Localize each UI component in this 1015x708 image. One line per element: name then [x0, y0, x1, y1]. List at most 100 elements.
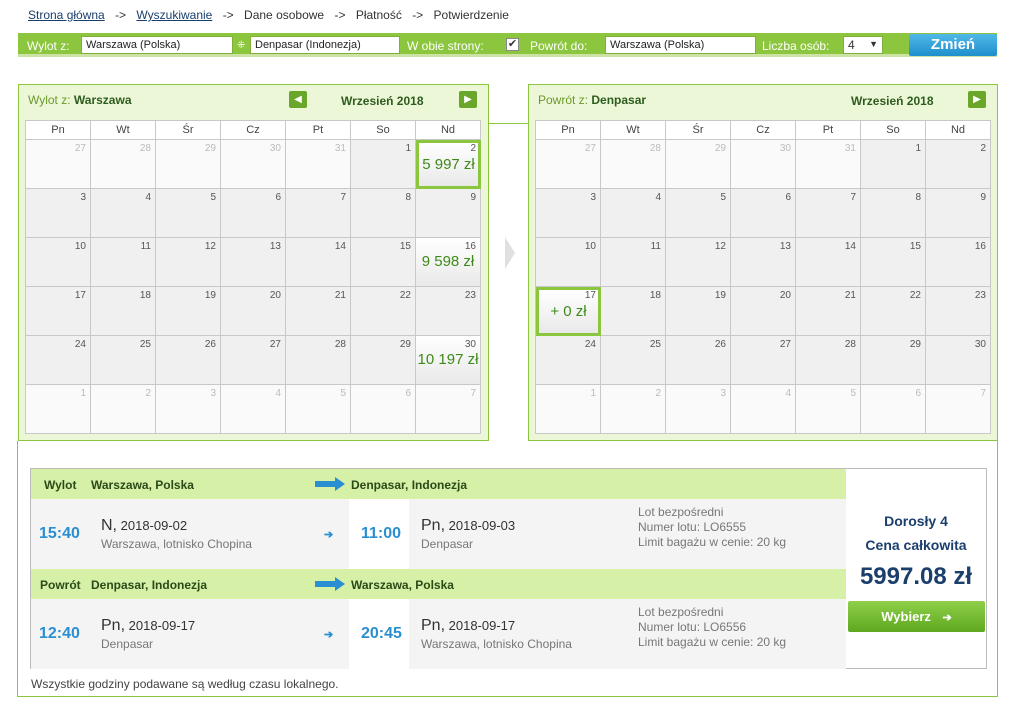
- return-calendar: Powrót z: Denpasar Wrzesień 2018 ▶ Pn Wt Ś…: [528, 84, 998, 441]
- calendar-day: 24: [26, 336, 91, 385]
- calendar-day: 17: [26, 287, 91, 336]
- day-number: 4: [785, 388, 791, 399]
- calendar-day: 6: [351, 385, 416, 434]
- day-number: 26: [204, 339, 216, 350]
- outbound-arr-place: Denpasar: [421, 537, 474, 551]
- outbound-band: Wylot Warszawa, Polska Denpasar, Indonez…: [31, 469, 846, 499]
- pax-select[interactable]: 4 ▼: [843, 36, 883, 54]
- calendar-day: 2: [926, 140, 991, 189]
- prev-month-icon[interactable]: ◀: [289, 91, 307, 108]
- return-month: Wrzesień 2018: [851, 94, 934, 108]
- day-number: 13: [779, 241, 791, 252]
- arrow-right-icon: ➔: [324, 529, 334, 541]
- day-number: 5: [720, 192, 726, 203]
- outbound-calendar: Wylot z: Warszawa ◀ Wrzesień 2018 ▶ Pn Wt…: [18, 84, 489, 441]
- weekday-label: Nd: [926, 121, 991, 140]
- total-price: 5997.08 zł: [859, 563, 973, 590]
- next-month-icon[interactable]: ▶: [968, 91, 986, 108]
- breadcrumb-search-link[interactable]: Wyszukiwanie: [136, 8, 212, 22]
- day-number: 27: [779, 339, 791, 350]
- calendar-day: 9: [416, 189, 481, 238]
- calendar-day-with-price[interactable]: 30 10 197 zł: [416, 336, 481, 385]
- calendar-day: 4: [91, 189, 156, 238]
- swap-icon[interactable]: ⁜: [237, 40, 245, 51]
- calendar-day: 29: [351, 336, 416, 385]
- calendar-day-with-price[interactable]: 17 + 0 zł: [536, 287, 601, 336]
- next-month-icon[interactable]: ▶: [459, 91, 477, 108]
- flight-summary: Wylot Warszawa, Polska Denpasar, Indonez…: [30, 468, 987, 669]
- calendar-day: 27: [731, 336, 796, 385]
- day-number: 10: [584, 241, 596, 252]
- price-box: Dorosły 4 Cena całkowita 5997.08 zł Wybi…: [846, 469, 986, 668]
- outbound-flight-info: Lot bezpośredni Numer lotu: LO6555 Limit…: [638, 505, 787, 549]
- day-number: 16: [464, 241, 476, 252]
- choose-button[interactable]: Wybierz ➔: [848, 601, 985, 632]
- return-arr-place: Warszawa, lotnisko Chopina: [421, 637, 572, 651]
- day-number: 20: [269, 290, 281, 301]
- day-number: 29: [909, 339, 921, 350]
- weekday-label: Cz: [221, 121, 286, 140]
- calendar-week: 1 2 3 4 5 6 7: [26, 385, 481, 434]
- day-number: 8: [405, 192, 411, 203]
- day-number: 17: [74, 290, 86, 301]
- day-number: 24: [584, 339, 596, 350]
- calendar-week: 3 4 5 6 7 8 9: [26, 189, 481, 238]
- day-number: 2: [470, 143, 476, 154]
- calendar-day: 28: [796, 336, 861, 385]
- outbound-to: Denpasar, Indonezja: [351, 478, 468, 492]
- weekday-label: Śr: [156, 121, 221, 140]
- calendar-day: 27: [26, 140, 91, 189]
- calendar-day: 25: [91, 336, 156, 385]
- return-arr-time: 20:45: [361, 625, 402, 642]
- weekday-label: Pn: [26, 121, 91, 140]
- calendar-day: 9: [926, 189, 991, 238]
- change-button[interactable]: Zmień: [909, 34, 997, 56]
- from-label: Wylot z:: [27, 39, 70, 53]
- day-number: 25: [649, 339, 661, 350]
- return-input[interactable]: Warszawa (Polska): [605, 36, 756, 54]
- day-number: 28: [334, 339, 346, 350]
- day-number: 5: [850, 388, 856, 399]
- return-band: Powrót Denpasar, Indonezja Warszawa, Pol…: [31, 569, 846, 599]
- calendar-day: 5: [796, 385, 861, 434]
- day-number: 6: [275, 192, 281, 203]
- from-input[interactable]: Warszawa (Polska): [81, 36, 233, 54]
- day-number: 13: [269, 241, 281, 252]
- outbound-title-prefix: Wylot z:: [28, 93, 71, 107]
- day-number: 4: [275, 388, 281, 399]
- calendar-day-with-price[interactable]: 16 9 598 zł: [416, 238, 481, 287]
- calendar-day: 7: [416, 385, 481, 434]
- calendar-day: 12: [156, 238, 221, 287]
- day-number: 26: [714, 339, 726, 350]
- breadcrumb-home-link[interactable]: Strona główna: [28, 8, 105, 22]
- day-price: + 0 zł: [550, 303, 587, 320]
- calendar-day-with-price[interactable]: 2 5 997 zł: [416, 140, 481, 189]
- day-number: 28: [139, 143, 151, 154]
- to-input[interactable]: Denpasar (Indonezja): [250, 36, 400, 54]
- day-number: 27: [584, 143, 596, 154]
- calendar-day: 22: [861, 287, 926, 336]
- calendar-day: 8: [861, 189, 926, 238]
- breadcrumb-separator: ->: [222, 8, 234, 22]
- day-number: 29: [399, 339, 411, 350]
- day-number: 11: [140, 241, 151, 252]
- calendar-day: 4: [601, 189, 666, 238]
- day-number: 11: [650, 241, 661, 252]
- weekday-label: So: [351, 121, 416, 140]
- day-number: 2: [980, 143, 986, 154]
- calendar-day: 21: [796, 287, 861, 336]
- arrow-right-icon: ➔: [942, 612, 952, 624]
- day-number: 31: [334, 143, 346, 154]
- roundtrip-checkbox[interactable]: ✔: [506, 38, 519, 51]
- day-number: 19: [204, 290, 216, 301]
- calendar-day: 7: [286, 189, 351, 238]
- outbound-dep-date: N, 2018-09-02: [101, 517, 188, 534]
- day-number: 4: [655, 192, 661, 203]
- day-number: 1: [405, 143, 411, 154]
- calendar-day: 5: [156, 189, 221, 238]
- arrow-right-icon: ➔: [324, 629, 334, 641]
- return-label: Powrót do:: [530, 39, 588, 53]
- day-number: 22: [909, 290, 921, 301]
- weekday-label: Śr: [666, 121, 731, 140]
- calendar-day: 11: [91, 238, 156, 287]
